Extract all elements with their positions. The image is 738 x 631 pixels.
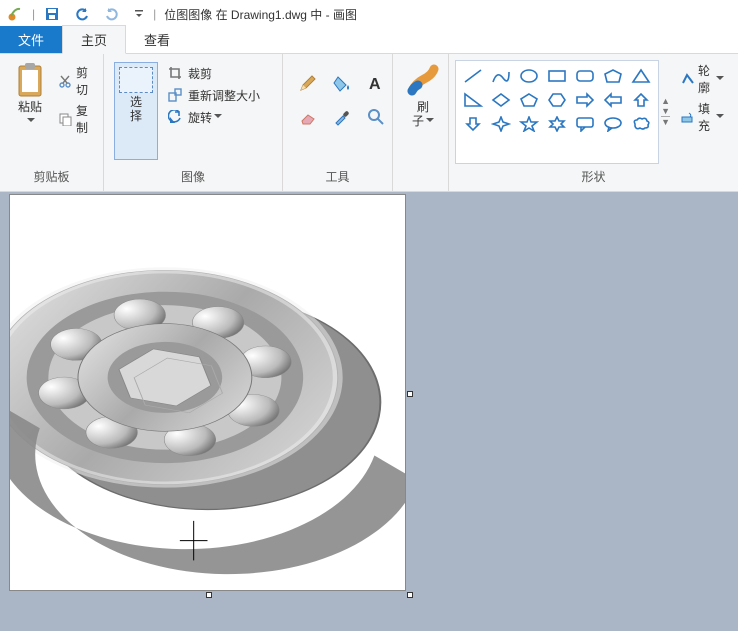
group-tools-label: 工具 (289, 164, 386, 191)
undo-icon[interactable] (73, 5, 91, 23)
canvas-area (0, 192, 738, 631)
shape-oval[interactable] (516, 65, 542, 87)
resize-handle-e[interactable] (407, 391, 413, 397)
shape-polygon[interactable] (600, 65, 626, 87)
shape-pentagon[interactable] (516, 89, 542, 111)
shapes-gallery[interactable] (455, 60, 659, 164)
bearing-image (10, 195, 405, 590)
resize-handle-se[interactable] (407, 592, 413, 598)
save-icon[interactable] (43, 5, 61, 23)
text-tool[interactable]: A (361, 68, 391, 98)
select-label: 选 择 (130, 95, 142, 123)
rotate-button[interactable]: 旋转 (162, 106, 264, 128)
shape-callout-rect[interactable] (572, 113, 598, 135)
cut-label: 剪切 (76, 64, 93, 98)
group-shapes-label: 形状 (455, 164, 732, 191)
outline-button[interactable]: 轮廓 (676, 60, 728, 98)
chevron-down-icon (424, 114, 434, 128)
shape-arrow-right[interactable] (572, 89, 598, 111)
ribbon: 粘贴 剪切 复制 剪贴板 选 择 (0, 54, 738, 192)
pencil-tool[interactable] (293, 68, 323, 98)
crop-label: 裁剪 (188, 65, 212, 82)
shape-rtriangle[interactable] (460, 89, 486, 111)
chevron-down-icon (25, 114, 35, 128)
shape-arrow-left[interactable] (600, 89, 626, 111)
resize-handle-s[interactable] (206, 592, 212, 598)
copy-label: 复制 (76, 102, 93, 136)
app-icon (6, 5, 24, 23)
canvas[interactable] (10, 195, 405, 590)
brush-icon (405, 62, 441, 98)
rotate-icon (166, 108, 184, 126)
group-clipboard: 粘贴 剪切 复制 剪贴板 (0, 54, 104, 191)
outline-label: 轮廓 (698, 62, 714, 96)
chevron-down-icon (714, 110, 724, 124)
shape-star6[interactable] (544, 113, 570, 135)
window-title: 位图图像 在 Drawing1.dwg 中 - 画图 (164, 6, 357, 23)
clipboard-icon (12, 62, 48, 98)
crop-icon (166, 64, 184, 82)
gallery-down-icon[interactable]: ▼ (661, 106, 670, 116)
eraser-tool[interactable] (293, 102, 323, 132)
magnifier-tool[interactable] (361, 102, 391, 132)
group-image: 选 择 裁剪 重新调整大小 旋转 图像 (104, 54, 283, 191)
group-brush: 刷 子 (393, 54, 449, 191)
group-image-label: 图像 (110, 164, 276, 191)
shape-line[interactable] (460, 65, 486, 87)
qat-separator: | (32, 7, 35, 21)
redo-icon[interactable] (103, 5, 121, 23)
shape-rect[interactable] (544, 65, 570, 87)
scissors-icon (58, 72, 72, 90)
brush-button[interactable]: 刷 子 (399, 58, 447, 181)
shape-roundrect[interactable] (572, 65, 598, 87)
paste-button[interactable]: 粘贴 (6, 58, 54, 164)
copy-icon (58, 110, 72, 128)
qat-customize-icon[interactable] (133, 5, 145, 23)
outline-icon (680, 70, 694, 88)
group-shapes: ▲ ▼ ▼ 轮廓 填充 形状 (449, 54, 738, 191)
fill-shape-icon (680, 108, 694, 126)
group-tools: A 工具 (283, 54, 393, 191)
tab-view[interactable]: 查看 (126, 26, 188, 53)
selection-rect-icon (119, 67, 153, 93)
tab-home[interactable]: 主页 (62, 25, 126, 54)
fill-button[interactable]: 填充 (676, 98, 728, 136)
crop-button[interactable]: 裁剪 (162, 62, 264, 84)
tab-file[interactable]: 文件 (0, 26, 62, 53)
select-button[interactable]: 选 择 (114, 62, 158, 160)
gallery-up-icon[interactable]: ▲ (661, 96, 670, 106)
shape-callout-cloud[interactable] (628, 113, 654, 135)
rotate-label: 旋转 (188, 109, 212, 126)
shape-callout-oval[interactable] (600, 113, 626, 135)
copy-button[interactable]: 复制 (54, 100, 97, 138)
chevron-down-icon (714, 72, 724, 86)
chevron-down-icon (212, 110, 222, 124)
resize-icon (166, 86, 184, 104)
group-clipboard-label: 剪贴板 (6, 164, 97, 191)
shape-hexagon[interactable] (544, 89, 570, 111)
shape-triangle[interactable] (628, 65, 654, 87)
svg-text:A: A (369, 76, 381, 93)
title-bar: | | 位图图像 在 Drawing1.dwg 中 - 画图 (0, 0, 738, 28)
shape-arrow-up[interactable] (628, 89, 654, 111)
eyedropper-tool[interactable] (327, 102, 357, 132)
qat-separator-2: | (153, 7, 156, 21)
shape-star5[interactable] (516, 113, 542, 135)
resize-label: 重新调整大小 (188, 87, 260, 104)
fill-label: 填充 (698, 100, 714, 134)
gallery-more-icon[interactable]: ▼ (661, 116, 670, 127)
cut-button[interactable]: 剪切 (54, 62, 97, 100)
paste-label: 粘贴 (18, 100, 42, 114)
ribbon-tabs: 文件 主页 查看 (0, 28, 738, 54)
fill-tool[interactable] (327, 68, 357, 98)
shape-curve[interactable] (488, 65, 514, 87)
shape-star4[interactable] (488, 113, 514, 135)
shape-arrow-down[interactable] (460, 113, 486, 135)
group-brush-label (399, 181, 442, 191)
shape-diamond[interactable] (488, 89, 514, 111)
resize-button[interactable]: 重新调整大小 (162, 84, 264, 106)
